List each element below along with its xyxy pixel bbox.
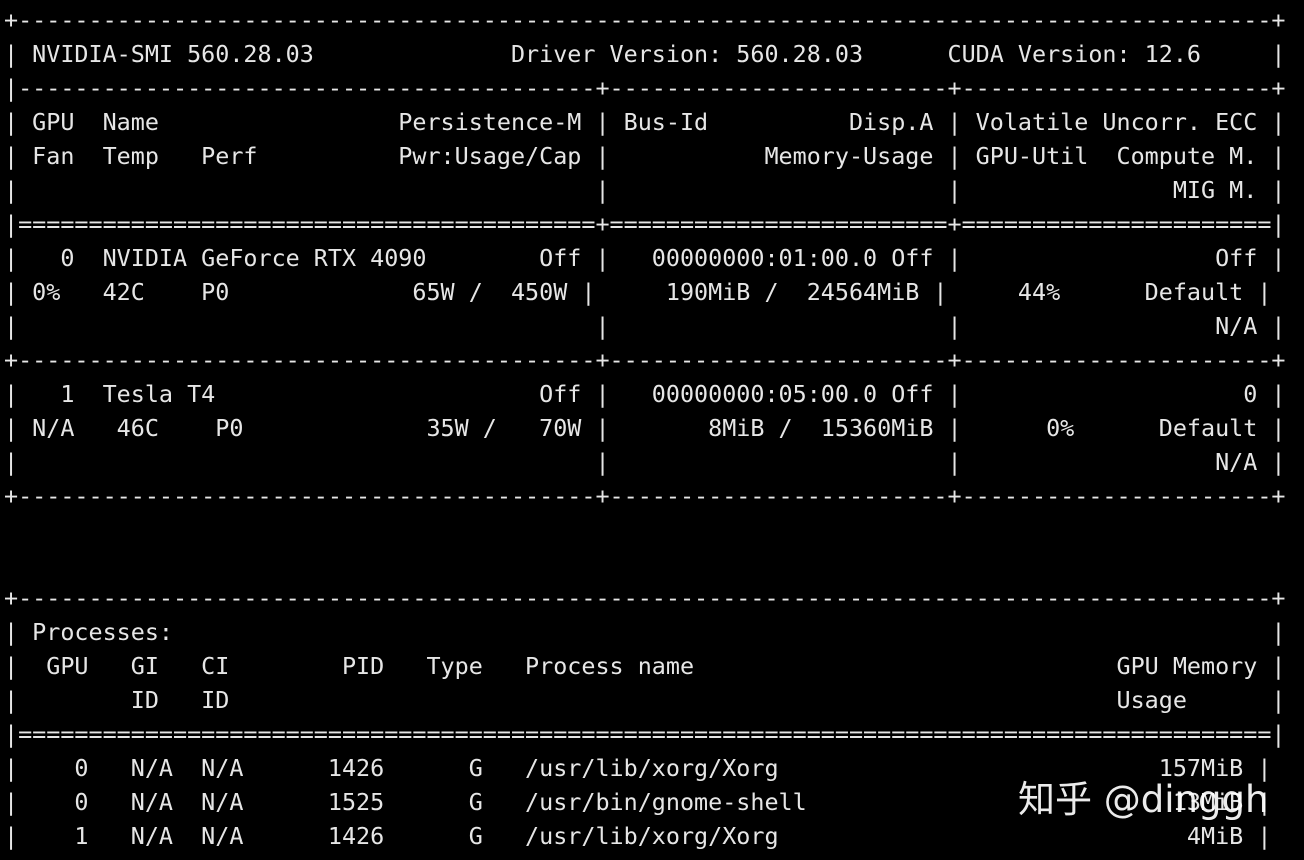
gpu-0-row-2: | 0% 42C P0 65W / 450W | 190MiB / 24564M… [4, 278, 1272, 306]
gpu-table-header-separator: |=======================================… [4, 210, 1286, 238]
processes-header-row-2: | ID ID Usage | [4, 686, 1286, 714]
processes-header-separator: |=======================================… [4, 720, 1286, 748]
gpu-1-row-2: | N/A 46C P0 35W / 70W | 8MiB / 15360MiB… [4, 414, 1286, 442]
watermark: 知乎 @dinggh [1018, 778, 1269, 821]
gpu-0-row-3: | | | N/A | [4, 312, 1286, 340]
processes-title-row: | Processes: | [4, 618, 1286, 646]
border-top: +---------------------------------------… [4, 6, 1286, 34]
process-row: | 1 N/A N/A 1426 G /usr/lib/xorg/Xorg 4M… [4, 822, 1272, 850]
gpu-table-header-row-2: | Fan Temp Perf Pwr:Usage/Cap | Memory-U… [4, 142, 1286, 170]
gpu-table-header-row-3: | | | MIG M. | [4, 176, 1286, 204]
gpu-table-bottom-border: +---------------------------------------… [4, 482, 1286, 510]
nvidia-smi-output: +---------------------------------------… [4, 3, 1286, 860]
processes-top-border: +---------------------------------------… [4, 584, 1286, 612]
border-divider: |---------------------------------------… [4, 74, 1286, 102]
header-version-row: | NVIDIA-SMI 560.28.03 Driver Version: 5… [4, 40, 1286, 68]
terminal-window[interactable]: +---------------------------------------… [0, 0, 1304, 860]
gpu-row-separator: +---------------------------------------… [4, 346, 1286, 374]
gpu-1-row-3: | | | N/A | [4, 448, 1286, 476]
gpu-0-row-1: | 0 NVIDIA GeForce RTX 4090 Off | 000000… [4, 244, 1286, 272]
processes-header-row-1: | GPU GI CI PID Type Process name GPU Me… [4, 652, 1286, 680]
processes-bottom-border: +---------------------------------------… [4, 853, 1286, 860]
gpu-1-row-1: | 1 Tesla T4 Off | 00000000:05:00.0 Off … [4, 380, 1286, 408]
gpu-table-header-row-1: | GPU Name Persistence-M | Bus-Id Disp.A… [4, 108, 1286, 136]
